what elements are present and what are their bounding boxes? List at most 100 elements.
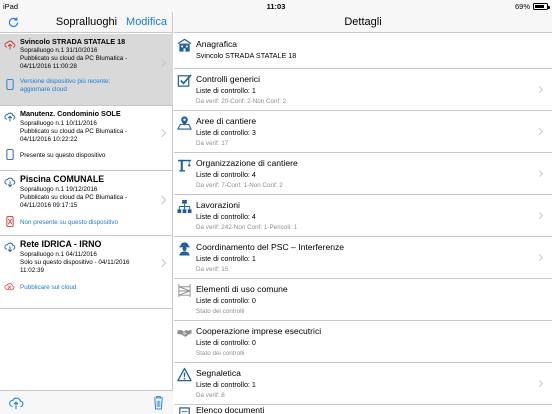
battery-icon — [533, 3, 550, 10]
chevron-right-icon — [157, 195, 167, 205]
device-missing-icon — [6, 216, 14, 227]
site-status-note: Pubblicare sul cloud — [20, 284, 77, 291]
checkbox-icon — [177, 74, 192, 87]
cloud-up-icon — [4, 40, 16, 50]
detail-row-anagrafica[interactable]: Anagrafica Svincolo STRADA STATALE 18 — [174, 34, 552, 69]
site-meta-line: Sopralluogo n.1 10/11/2016 — [20, 120, 97, 127]
warning-sign-icon — [177, 367, 192, 382]
chevron-right-icon — [157, 58, 167, 68]
site-status-note: Versione dispositivo più recente: — [20, 78, 111, 85]
chevron-right-icon — [157, 128, 167, 138]
detail-row-status: Stato dei controlli — [196, 350, 245, 357]
detail-row-segnaletica[interactable]: Segnaletica Liste di controllo: 1 Da ver… — [174, 363, 552, 405]
detail-row-lavorazioni[interactable]: Lavorazioni Liste di controllo: 4 Da ver… — [174, 195, 552, 237]
chevron-right-icon — [535, 211, 544, 220]
battery-percent: 69% — [514, 2, 530, 11]
detail-row-status: Da verif: 8 — [196, 392, 225, 399]
site-status-note: Non presente su questo dispositivo — [20, 219, 119, 226]
detail-row-cooperazione-imprese[interactable]: Cooperazione imprese esecutrici Liste di… — [174, 321, 552, 363]
detail-row-title: Aree di cantiere — [196, 116, 257, 126]
handshake-icon — [177, 329, 192, 337]
detail-row-subtitle: Liste di controllo: 1 — [196, 380, 256, 389]
cloud-missing-icon — [4, 283, 15, 290]
site-meta-line: Pubblicato su cloud da PC Blumatica - — [20, 128, 128, 135]
site-meta-line: Solo su questo dispositivo - 04/11/2016 — [20, 259, 130, 266]
site-list: Svincolo STRADA STATALE 18 Sopralluogo n… — [0, 34, 173, 309]
edit-button[interactable]: Modifica — [126, 16, 167, 28]
detail-row-title: Lavorazioni — [196, 200, 240, 210]
detail-row-status: Da verif: 20-Conf: 2-Non Conf: 2 — [196, 98, 287, 105]
detail-row-organizzazione-di-cantiere[interactable]: Organizzazione di cantiere Liste di cont… — [174, 153, 552, 195]
detail-row-title: Anagrafica — [196, 39, 238, 49]
map-pin-icon — [177, 116, 192, 130]
cloud-sync-icon — [4, 112, 16, 122]
detail-pane: Dettagli Anagrafica Svincolo STRADA STAT… — [174, 12, 552, 414]
detail-row-title: Elementi di uso comune — [196, 284, 288, 294]
documents-icon — [179, 407, 190, 414]
site-item[interactable]: Piscina COMUNALE Sopralluogo n.1 19/12/2… — [0, 171, 173, 236]
detail-row-elenco-documenti[interactable]: Elenco documenti — [174, 405, 552, 414]
site-item[interactable]: Rete IDRICA - IRNO Sopralluogo n.1 04/11… — [0, 236, 173, 309]
site-meta-line: 11:02:39 — [20, 267, 45, 274]
detail-row-aree-di-cantiere[interactable]: Aree di cantiere Liste di controllo: 3 D… — [174, 111, 552, 153]
chevron-right-icon — [535, 127, 544, 136]
master-pane: Sopralluoghi Modifica Svincolo STRADA ST… — [0, 12, 173, 414]
site-status-note: aggiornare cloud — [20, 86, 67, 93]
detail-row-controlli-generici[interactable]: Controlli generici Liste di controllo: 1… — [174, 69, 552, 111]
detail-nav-bar: Dettagli — [174, 12, 552, 33]
site-meta-line: Pubblicato su cloud da PC Blumatica - — [20, 55, 128, 62]
cloud-sync-icon — [4, 242, 16, 253]
clock: 11:03 — [266, 2, 286, 11]
detail-row-status: Stato dei controlli — [196, 308, 245, 315]
site-name: Rete IDRICA - IRNO — [20, 239, 102, 249]
detail-row-subtitle: Liste di controllo: 0 — [196, 296, 256, 305]
detail-row-status: Da verif: 242-Non Conf: 1-Pericoli: 1 — [196, 224, 298, 231]
crane-icon — [177, 159, 192, 172]
master-nav-bar: Sopralluoghi Modifica — [0, 12, 172, 33]
building-icon — [177, 38, 192, 52]
detail-row-elementi-uso-comune[interactable]: Elementi di uso comune Liste di controll… — [174, 279, 552, 321]
detail-row-subtitle: Liste di controllo: 0 — [196, 338, 256, 347]
status-bar: iPad 11:03 69% — [0, 0, 552, 12]
site-meta-line: Sopralluogo n.1 31/10/2016 — [20, 47, 98, 54]
chevron-right-icon — [535, 169, 544, 178]
detail-row-title: Segnaletica — [196, 368, 241, 378]
detail-row-status: Da verif: 7-Conf: 1-Non Conf: 2 — [196, 182, 283, 189]
worker-icon — [179, 242, 190, 256]
site-item[interactable]: Manutenz. Condominio SOLE Sopralluogo n.… — [0, 106, 173, 171]
chevron-right-icon — [535, 379, 544, 388]
detail-row-title: Coordinamento del PSC – Interferenze — [196, 242, 345, 252]
site-name: Svincolo STRADA STATALE 18 — [20, 37, 126, 46]
site-meta-line: 04/11/2016 10:22:22 — [20, 136, 78, 143]
site-name: Manutenz. Condominio SOLE — [20, 109, 121, 118]
site-meta-line: Sopralluogo n.1 04/11/2016 — [20, 251, 97, 258]
device-phone-icon — [6, 79, 14, 90]
detail-row-status: Da verif: 15 — [196, 266, 229, 273]
detail-row-coordinamento-psc[interactable]: Coordinamento del PSC – Interferenze Lis… — [174, 237, 552, 279]
detail-row-title: Controlli generici — [196, 74, 261, 84]
detail-row-status: Da verif: 17 — [196, 140, 229, 147]
detail-title: Dettagli — [344, 16, 382, 28]
device-phone-icon — [6, 149, 14, 160]
site-meta-line: Pubblicato su cloud da PC Blumatica - — [20, 194, 128, 201]
site-status-note: Presente su questo dispositivo — [20, 152, 106, 159]
detail-row-subtitle: Liste di controllo: 3 — [196, 128, 256, 137]
site-meta-line: 04/11/2016 11:00:28 — [20, 63, 77, 70]
detail-row-title: Organizzazione di cantiere — [196, 158, 298, 168]
detail-row-title: Cooperazione imprese esecutrici — [196, 326, 322, 336]
chevron-right-icon — [535, 85, 544, 94]
master-toolbar — [0, 390, 173, 414]
detail-row-subtitle: Liste di controllo: 1 — [196, 254, 256, 263]
chevron-right-icon — [535, 253, 544, 262]
site-item[interactable]: Svincolo STRADA STATALE 18 Sopralluogo n… — [0, 34, 173, 106]
detail-row-subtitle: Liste di controllo: 4 — [196, 212, 256, 221]
cloud-upload-icon[interactable] — [8, 396, 24, 410]
detail-row-title: Elenco documenti — [196, 405, 265, 414]
site-meta-line: Sopralluogo n.1 19/12/2016 — [20, 186, 98, 193]
detail-row-subtitle: Svincolo STRADA STATALE 18 — [196, 51, 297, 60]
site-meta-line: 04/11/2016 09:17:15 — [20, 202, 78, 209]
trash-icon[interactable] — [153, 395, 164, 410]
detail-row-subtitle: Liste di controllo: 1 — [196, 86, 256, 95]
cloud-sync-icon — [4, 177, 16, 188]
detail-row-subtitle: Liste di controllo: 4 — [196, 170, 256, 179]
